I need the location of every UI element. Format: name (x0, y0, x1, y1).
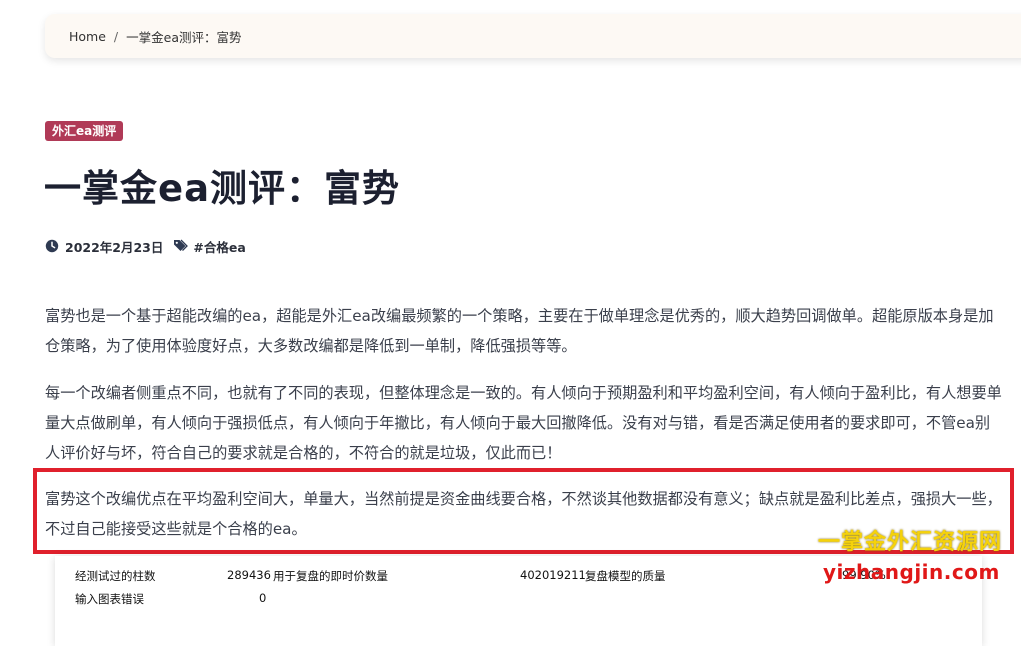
breadcrumb-separator: / (113, 28, 119, 44)
page-title: 一掌金ea测评：富势 (44, 167, 401, 210)
post-date: 2022年2月23日 (65, 239, 164, 255)
report-label-quality: 复盘模型的质量 (585, 569, 666, 583)
category-badge[interactable]: 外汇ea测评 (45, 121, 124, 141)
clock-icon (45, 239, 59, 253)
report-value-bars: 289436 (227, 568, 271, 582)
post-meta: 2022年2月23日 #合格ea (45, 237, 246, 255)
report-label-ticks: 用于复盘的即时价数量 (273, 569, 388, 583)
report-value-errors: 0 (259, 591, 267, 605)
article-paragraph-1: 富势也是一个基于超能改编的ea，超能是外汇ea改编最频繁的一个策略，主要在于做单… (45, 307, 994, 355)
breadcrumb-home-link[interactable]: Home (69, 29, 106, 44)
article-paragraph-2: 每一个改编者侧重点不同，也就有了不同的表现，但整体理念是一致的。有人倾向于预期盈… (45, 384, 1002, 462)
watermark-site-name: 一掌金外汇资源网 (818, 530, 1003, 555)
tags-icon (173, 239, 189, 253)
report-value-ticks: 402019211 (520, 568, 586, 582)
breadcrumb-current: 一掌金ea测评：富势 (126, 29, 242, 45)
report-label-errors: 输入图表错误 (75, 592, 144, 606)
watermark-site-url: yizhangjin.com (823, 560, 1000, 584)
post-tag-link[interactable]: #合格ea (193, 237, 245, 256)
report-label-bars: 经测试过的柱数 (75, 569, 156, 583)
breadcrumb: Home / 一掌金ea测评：富势 (45, 14, 1021, 58)
